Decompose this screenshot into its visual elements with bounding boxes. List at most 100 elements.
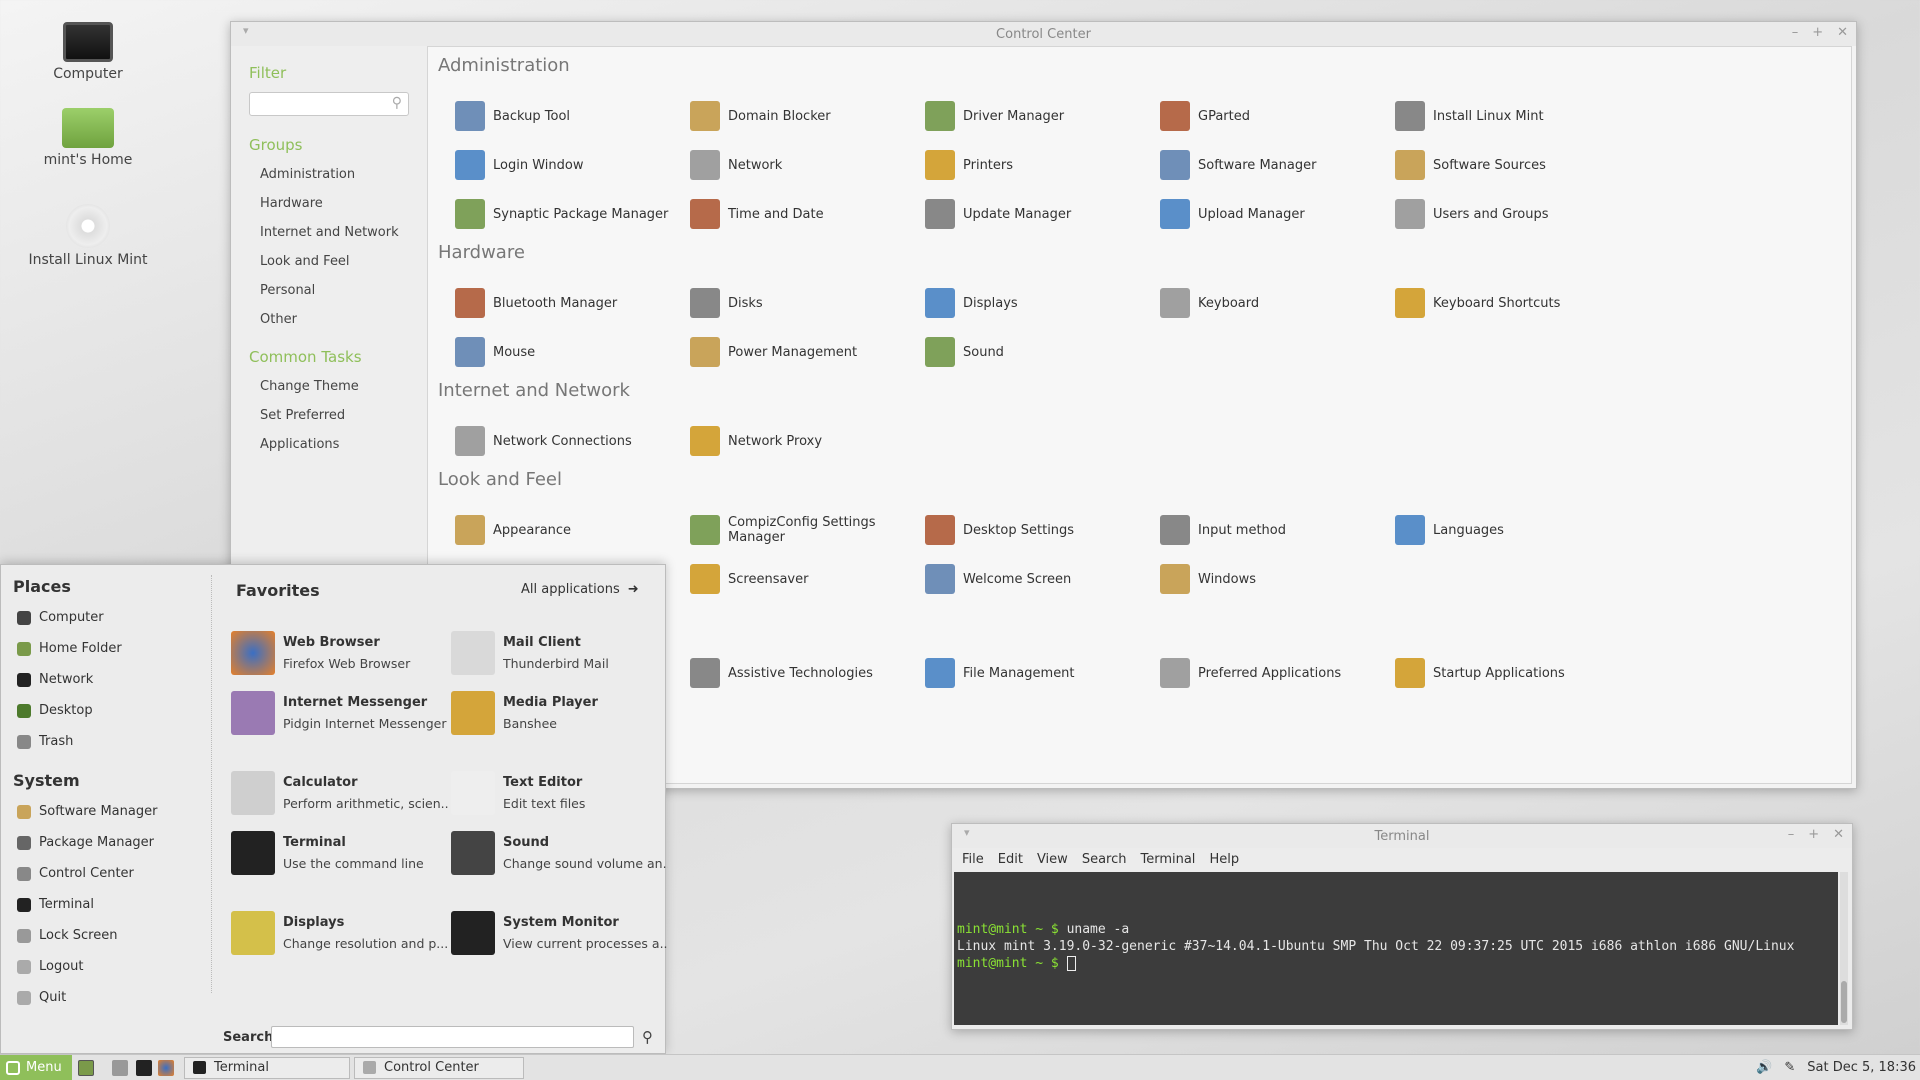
cc-item-assistive-technologies[interactable]: Assistive Technologies — [690, 657, 920, 689]
files-launcher-icon[interactable] — [112, 1059, 128, 1076]
cc-item-network-proxy[interactable]: Network Proxy — [690, 425, 920, 457]
favorite-calculator[interactable]: Calculator Perform arithmetic, scien... — [231, 765, 448, 821]
cc-item-screensaver[interactable]: Screensaver — [690, 563, 920, 595]
favorite-text-editor[interactable]: Text Editor Edit text files — [451, 765, 666, 821]
task-link-set-preferred-applications[interactable]: Set Preferred Applications — [260, 401, 427, 452]
place-network[interactable]: Network — [1, 664, 211, 695]
cc-item-network[interactable]: Network — [690, 149, 920, 181]
terminal-menu-search[interactable]: Search — [1082, 852, 1127, 867]
group-link-internet-and-network[interactable]: Internet and Network — [260, 218, 427, 247]
all-applications-button[interactable]: All applications ➜ — [521, 582, 639, 597]
place-home-folder[interactable]: Home Folder — [1, 633, 211, 664]
cc-item-desktop-settings[interactable]: Desktop Settings — [925, 514, 1155, 546]
maximize-icon[interactable]: + — [1812, 25, 1823, 40]
cc-item-languages[interactable]: Languages — [1395, 514, 1625, 546]
group-link-look-and-feel[interactable]: Look and Feel — [260, 247, 427, 276]
favorite-terminal[interactable]: Terminal Use the command line — [231, 825, 446, 881]
terminal-output[interactable]: mint@mint ~ $ uname -a Linux mint 3.19.0… — [954, 872, 1838, 1025]
terminal-menu-terminal[interactable]: Terminal — [1140, 852, 1195, 867]
cc-item-sound[interactable]: Sound — [925, 336, 1155, 368]
close-icon[interactable]: ✕ — [1837, 25, 1848, 40]
desktop-icon-computer[interactable]: Computer — [28, 22, 148, 82]
network-icon[interactable]: ✎ — [1784, 1060, 1795, 1075]
favorite-media-player[interactable]: Media Player Banshee — [451, 685, 666, 741]
place-desktop[interactable]: Desktop — [1, 695, 211, 726]
cc-item-compizconfig-settings-manager[interactable]: CompizConfig Settings Manager — [690, 514, 920, 546]
system-logout[interactable]: Logout — [1, 951, 211, 982]
minimize-icon[interactable]: – — [1788, 827, 1795, 842]
titlebar[interactable]: ▾ Control Center – + ✕ — [231, 22, 1856, 46]
cc-item-install-linux-mint[interactable]: Install Linux Mint — [1395, 100, 1625, 132]
system-software-manager[interactable]: Software Manager — [1, 796, 211, 827]
cc-item-welcome-screen[interactable]: Welcome Screen — [925, 563, 1155, 595]
cc-item-software-manager[interactable]: Software Manager — [1160, 149, 1390, 181]
menu-button[interactable]: Menu — [0, 1054, 72, 1080]
show-desktop-icon[interactable] — [78, 1059, 94, 1076]
minimize-icon[interactable]: – — [1792, 25, 1799, 40]
cc-item-backup-tool[interactable]: Backup Tool — [455, 100, 685, 132]
task-terminal[interactable]: Terminal — [184, 1056, 350, 1079]
terminal-menu-help[interactable]: Help — [1209, 852, 1239, 867]
window-menu-icon[interactable]: ▾ — [243, 24, 249, 37]
place-computer[interactable]: Computer — [1, 602, 211, 633]
cc-item-keyboard-shortcuts[interactable]: Keyboard Shortcuts — [1395, 287, 1625, 319]
menu-search-input[interactable] — [271, 1026, 634, 1048]
volume-icon[interactable]: 🔊 — [1756, 1060, 1772, 1075]
desktop-icon-home[interactable]: mint's Home — [28, 108, 148, 168]
cc-item-login-window[interactable]: Login Window — [455, 149, 685, 181]
maximize-icon[interactable]: + — [1808, 827, 1819, 842]
cc-item-domain-blocker[interactable]: Domain Blocker — [690, 100, 920, 132]
place-trash[interactable]: Trash — [1, 726, 211, 757]
cc-item-time-and-date[interactable]: Time and Date — [690, 198, 920, 230]
titlebar[interactable]: ▾ Terminal – + ✕ — [952, 824, 1852, 848]
cc-item-network-connections[interactable]: Network Connections — [455, 425, 685, 457]
system-lock-screen[interactable]: Lock Screen — [1, 920, 211, 951]
cc-item-users-and-groups[interactable]: Users and Groups — [1395, 198, 1625, 230]
terminal-menu-edit[interactable]: Edit — [998, 852, 1023, 867]
favorite-displays[interactable]: Displays Change resolution and p... — [231, 905, 448, 961]
terminal-menu-file[interactable]: File — [962, 852, 984, 867]
firefox-launcher-icon[interactable] — [158, 1059, 174, 1076]
clock[interactable]: Sat Dec 5, 18:36 — [1807, 1060, 1916, 1075]
group-link-administration[interactable]: Administration — [260, 160, 427, 189]
cc-item-preferred-applications[interactable]: Preferred Applications — [1160, 657, 1390, 689]
task-link-change-theme[interactable]: Change Theme — [260, 372, 427, 401]
cc-item-mouse[interactable]: Mouse — [455, 336, 685, 368]
cc-item-upload-manager[interactable]: Upload Manager — [1160, 198, 1390, 230]
group-link-personal[interactable]: Personal — [260, 276, 427, 305]
favorite-system-monitor[interactable]: System Monitor View current processes a..… — [451, 905, 668, 961]
favorite-mail-client[interactable]: Mail Client Thunderbird Mail — [451, 625, 666, 681]
system-package-manager[interactable]: Package Manager — [1, 827, 211, 858]
terminal-launcher-icon[interactable] — [136, 1059, 152, 1076]
cc-item-update-manager[interactable]: Update Manager — [925, 198, 1155, 230]
favorite-internet-messenger[interactable]: Internet Messenger Pidgin Internet Messen… — [231, 685, 446, 741]
cc-item-gparted[interactable]: GParted — [1160, 100, 1390, 132]
cc-item-driver-manager[interactable]: Driver Manager — [925, 100, 1155, 132]
cc-item-startup-applications[interactable]: Startup Applications — [1395, 657, 1625, 689]
group-link-hardware[interactable]: Hardware — [260, 189, 427, 218]
favorite-web-browser[interactable]: Web Browser Firefox Web Browser — [231, 625, 446, 681]
cc-item-synaptic-package-manager[interactable]: Synaptic Package Manager — [455, 198, 685, 230]
window-menu-icon[interactable]: ▾ — [964, 826, 970, 839]
filter-input[interactable]: ⚲ — [249, 92, 409, 116]
scrollbar[interactable] — [1840, 872, 1848, 1025]
group-link-other[interactable]: Other — [260, 305, 427, 334]
cc-item-disks[interactable]: Disks — [690, 287, 920, 319]
cc-item-keyboard[interactable]: Keyboard — [1160, 287, 1390, 319]
cc-item-file-management[interactable]: File Management — [925, 657, 1155, 689]
system-quit[interactable]: Quit — [1, 982, 211, 1013]
cc-item-appearance[interactable]: Appearance — [455, 514, 685, 546]
system-control-center[interactable]: Control Center — [1, 858, 211, 889]
favorite-sound[interactable]: Sound Change sound volume an... — [451, 825, 668, 881]
desktop-icon-install[interactable]: Install Linux Mint — [28, 204, 148, 268]
cc-item-input-method[interactable]: Input method — [1160, 514, 1390, 546]
cc-item-displays[interactable]: Displays — [925, 287, 1155, 319]
search-icon[interactable]: ⚲ — [642, 1028, 653, 1046]
cc-item-bluetooth-manager[interactable]: Bluetooth Manager — [455, 287, 685, 319]
cc-item-printers[interactable]: Printers — [925, 149, 1155, 181]
terminal-menu-view[interactable]: View — [1037, 852, 1068, 867]
close-icon[interactable]: ✕ — [1833, 827, 1844, 842]
task-control-center[interactable]: Control Center — [354, 1056, 524, 1079]
cc-item-windows[interactable]: Windows — [1160, 563, 1390, 595]
cc-item-power-management[interactable]: Power Management — [690, 336, 920, 368]
